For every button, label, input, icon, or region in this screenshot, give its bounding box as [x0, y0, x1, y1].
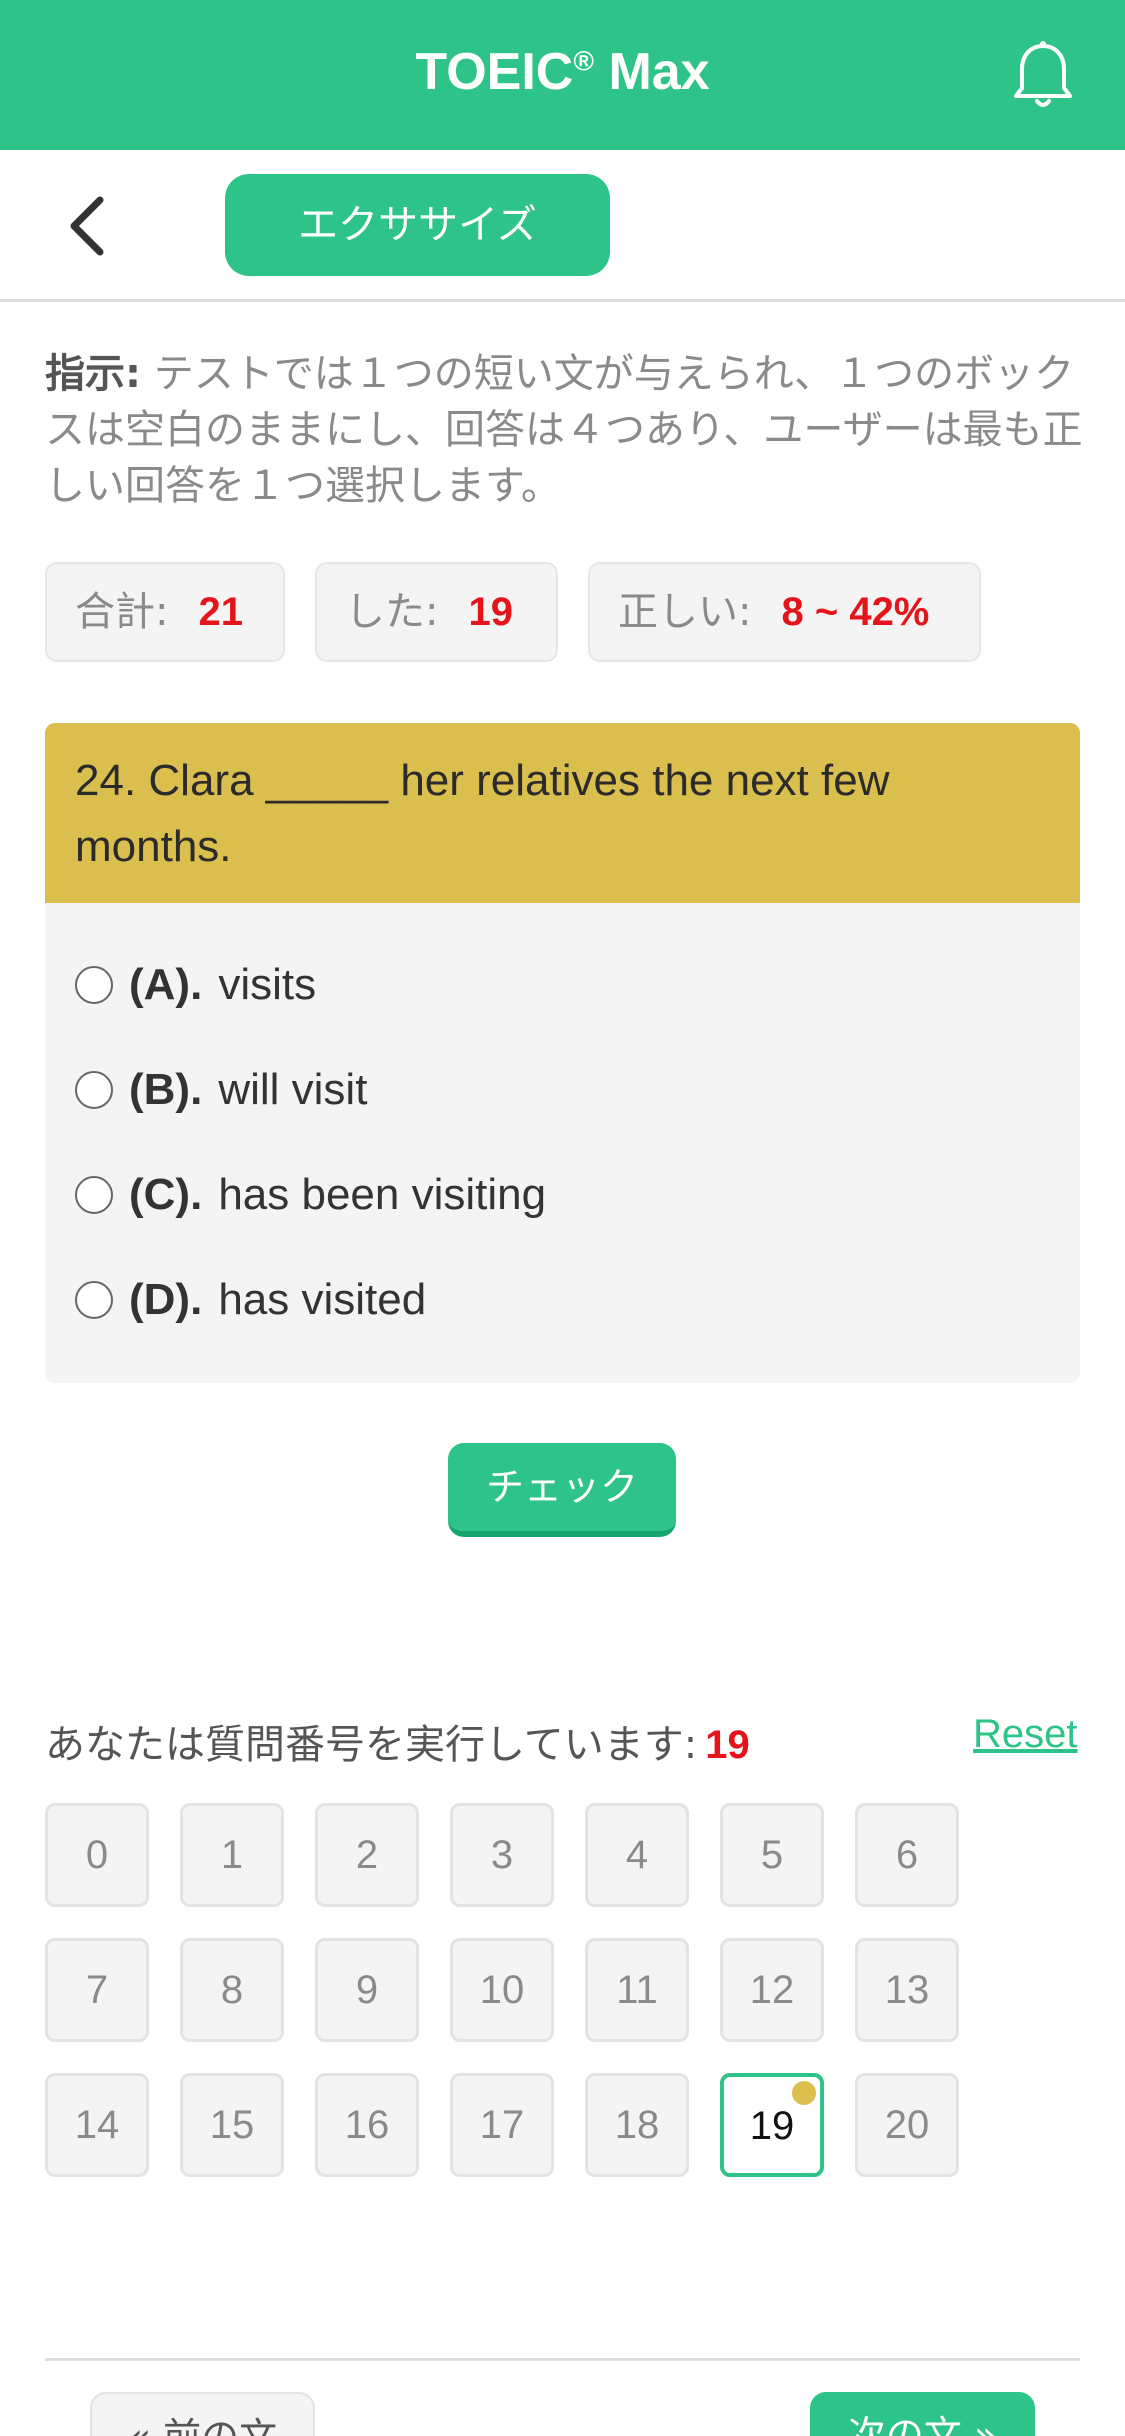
question-number-button[interactable]: 10: [450, 1938, 554, 2042]
next-question-button[interactable]: 次の文 »: [810, 2392, 1035, 2436]
question-number-button[interactable]: 5: [720, 1803, 824, 1907]
current-question-number: 19: [705, 1723, 750, 1767]
question-number-button[interactable]: 1: [180, 1803, 284, 1907]
question-number-button[interactable]: 15: [180, 2073, 284, 2177]
sub-header: エクササイズ: [0, 150, 1125, 302]
progress-label: あなたは質問番号を実行しています: 19: [45, 1722, 750, 1768]
question-number-button[interactable]: 12: [720, 1938, 824, 2042]
bell-icon[interactable]: [1010, 38, 1076, 114]
radio-button[interactable]: [75, 966, 113, 1004]
radio-button[interactable]: [75, 1281, 113, 1319]
question-number-button[interactable]: 16: [315, 2073, 419, 2177]
question-number-button[interactable]: 3: [450, 1803, 554, 1907]
stat-done: した: 19: [315, 562, 558, 662]
prev-question-button[interactable]: « 前の文: [90, 2392, 315, 2436]
stat-total-value: 21: [198, 590, 243, 634]
question-number-button[interactable]: 13: [855, 1938, 959, 2042]
stat-total: 合計: 21: [45, 562, 285, 662]
question-number-button[interactable]: 0: [45, 1803, 149, 1907]
question-number-button[interactable]: 8: [180, 1938, 284, 2042]
stat-done-value: 19: [468, 590, 513, 634]
question-card: 24. Clara _____ her relatives the next f…: [45, 723, 1080, 1383]
question-number-button[interactable]: 2: [315, 1803, 419, 1907]
question-number-button[interactable]: 14: [45, 2073, 149, 2177]
stat-correct-value: 8 ~ 42%: [781, 590, 930, 634]
app-header: TOEIC® Max: [0, 0, 1125, 150]
instructions-text: テストでは１つの短い文が与えられ、１つのボックスは空白のままにし、回答は４つあり…: [45, 351, 1083, 509]
reset-link[interactable]: Reset: [973, 1712, 1078, 1757]
question-number-button[interactable]: 6: [855, 1803, 959, 1907]
instructions-label: 指示:: [45, 351, 141, 397]
option-a[interactable]: (A). visits: [75, 955, 316, 1015]
option-b[interactable]: (B). will visit: [75, 1060, 367, 1120]
question-number-button[interactable]: 4: [585, 1803, 689, 1907]
divider: [45, 2358, 1080, 2361]
radio-button[interactable]: [75, 1071, 113, 1109]
tab-exercise[interactable]: エクササイズ: [225, 174, 610, 276]
instructions: 指示: テストでは１つの短い文が与えられ、１つのボックスは空白のままにし、回答は…: [45, 346, 1085, 514]
question-number-button[interactable]: 7: [45, 1938, 149, 2042]
check-button[interactable]: チェック: [448, 1443, 676, 1537]
app-title: TOEIC® Max: [415, 43, 710, 101]
option-c[interactable]: (C). has been visiting: [75, 1165, 546, 1225]
question-number-button[interactable]: 11: [585, 1938, 689, 2042]
option-d[interactable]: (D). has visited: [75, 1270, 426, 1330]
question-text: 24. Clara _____ her relatives the next f…: [45, 723, 1080, 903]
question-number-button[interactable]: 18: [585, 2073, 689, 2177]
question-number-button[interactable]: 19: [720, 2073, 824, 2177]
radio-button[interactable]: [75, 1176, 113, 1214]
question-number-button[interactable]: 20: [855, 2073, 959, 2177]
question-number-button[interactable]: 9: [315, 1938, 419, 2042]
question-number-button[interactable]: 17: [450, 2073, 554, 2177]
chevron-left-icon[interactable]: [62, 194, 112, 258]
status-dot: [792, 2081, 816, 2105]
stat-correct: 正しい: 8 ~ 42%: [588, 562, 981, 662]
